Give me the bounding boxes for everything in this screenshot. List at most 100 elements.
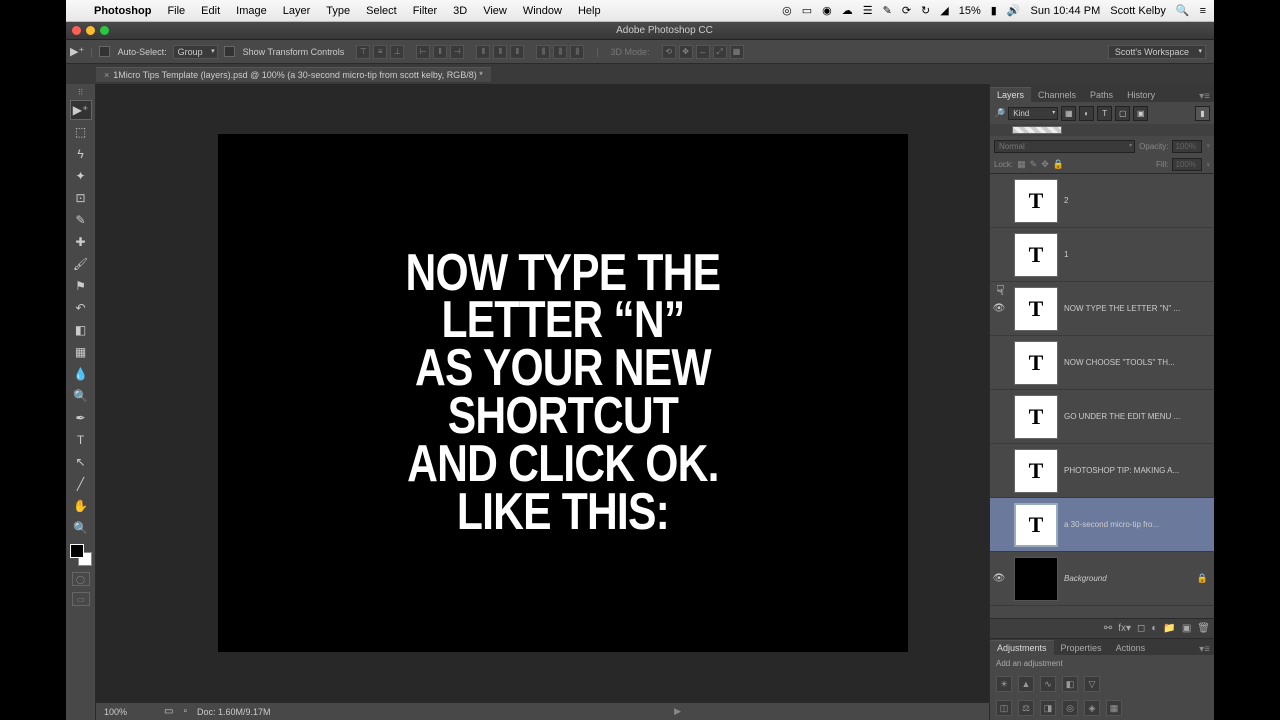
status-icon[interactable]: ▫ <box>183 706 187 717</box>
menu-view[interactable]: View <box>475 5 515 17</box>
close-tab-icon[interactable]: × <box>104 70 109 80</box>
panel-menu-icon[interactable]: ▾≡ <box>1195 91 1214 102</box>
layer-thumb-type[interactable]: T <box>1014 503 1058 547</box>
screen-mode-icon[interactable]: ▭ <box>72 592 90 606</box>
layer-thumb-type[interactable]: T <box>1014 395 1058 439</box>
distribute-icon[interactable]: ⫴ <box>493 45 507 59</box>
lasso-tool[interactable]: ϟ <box>70 144 92 164</box>
status-arrow-icon[interactable]: ▶ <box>674 706 681 717</box>
adj-levels-icon[interactable]: ▲ <box>1018 676 1034 692</box>
layer-mask-icon[interactable]: ◻ <box>1137 623 1145 634</box>
adj-photo-filter-icon[interactable]: ◎ <box>1062 700 1078 716</box>
layer-thumb-type[interactable]: T <box>1014 287 1058 331</box>
gradient-tool[interactable]: ▦ <box>70 342 92 362</box>
opacity-field[interactable]: 100% <box>1172 140 1202 153</box>
blur-tool[interactable]: 💧 <box>70 364 92 384</box>
layer-thumb-bg[interactable] <box>1014 557 1058 601</box>
wifi-icon[interactable]: ◢ <box>940 4 948 17</box>
volume-icon[interactable]: 🔊 <box>1007 4 1021 17</box>
layer-name[interactable]: GO UNDER THE EDIT MENU ... <box>1064 412 1210 421</box>
menulet-icon[interactable]: ↻ <box>921 4 930 17</box>
panel-grip-icon[interactable]: ⠿ <box>78 88 84 98</box>
layer-row[interactable]: T1 <box>990 228 1214 282</box>
menu-edit[interactable]: Edit <box>193 5 228 17</box>
type-tool[interactable]: T <box>70 430 92 450</box>
layer-name[interactable]: 2 <box>1064 196 1210 205</box>
lock-position-icon[interactable]: ✥ <box>1041 159 1049 170</box>
lock-all-icon[interactable]: 🔒 <box>1053 159 1064 170</box>
distribute-icon[interactable]: ⫼ <box>553 45 567 59</box>
menu-help[interactable]: Help <box>570 5 609 17</box>
tab-adjustments[interactable]: Adjustments <box>990 640 1054 655</box>
layer-filter-select[interactable]: Kind <box>1008 107 1058 120</box>
doc-info[interactable]: Doc: 1.60M/9.17M <box>197 707 271 717</box>
adj-vibrance-icon[interactable]: ▽ <box>1084 676 1100 692</box>
auto-select-checkbox[interactable] <box>99 46 110 57</box>
adj-colorbalance-icon[interactable]: ⚖ <box>1018 700 1034 716</box>
history-brush-tool[interactable]: ↶ <box>70 298 92 318</box>
layer-visibility-toggle[interactable]: 👁 <box>990 303 1008 314</box>
layer-name[interactable]: NOW CHOOSE "TOOLS" TH... <box>1064 358 1210 367</box>
layer-thumb-type[interactable]: T <box>1014 179 1058 223</box>
layer-thumb-type[interactable]: T <box>1014 449 1058 493</box>
layer-row[interactable]: T2 <box>990 174 1214 228</box>
quick-mask-icon[interactable]: ◯ <box>72 572 90 586</box>
zoom-tool[interactable]: 🔍 <box>70 518 92 538</box>
3d-mode-icon[interactable]: ⤢ <box>713 45 727 59</box>
layer-thumb-type[interactable]: T <box>1014 233 1058 277</box>
user-name[interactable]: Scott Kelby <box>1110 5 1166 17</box>
adj-brightness-icon[interactable]: ☀ <box>996 676 1012 692</box>
move-tool[interactable]: ▶⁺ <box>70 100 92 120</box>
show-transform-checkbox[interactable] <box>224 46 235 57</box>
fill-field[interactable]: 100% <box>1172 158 1202 171</box>
layer-row[interactable]: 👁 T NOW TYPE THE LETTER "N" ... <box>990 282 1214 336</box>
3d-mode-icon[interactable]: ▦ <box>730 45 744 59</box>
tab-layers[interactable]: Layers <box>990 87 1031 102</box>
adj-exposure-icon[interactable]: ◧ <box>1062 676 1078 692</box>
adj-hue-icon[interactable]: ◫ <box>996 700 1012 716</box>
align-top-icon[interactable]: ⊤ <box>356 45 370 59</box>
align-bottom-icon[interactable]: ⊥ <box>390 45 404 59</box>
clock[interactable]: Sun 10:44 PM <box>1031 5 1101 17</box>
align-hcenter-icon[interactable]: ‖ <box>433 45 447 59</box>
hand-tool[interactable]: ✋ <box>70 496 92 516</box>
brush-tool[interactable]: 🖌 <box>70 254 92 274</box>
filter-pixel-icon[interactable]: ▦ <box>1061 106 1076 121</box>
menu-filter[interactable]: Filter <box>405 5 445 17</box>
layer-name[interactable]: a 30-second micro-tip fro... <box>1064 520 1210 529</box>
layer-name[interactable]: NOW TYPE THE LETTER "N" ... <box>1064 304 1210 313</box>
tab-actions[interactable]: Actions <box>1109 641 1153 655</box>
layer-visibility-toggle[interactable]: 👁 <box>990 573 1008 584</box>
distribute-icon[interactable]: ⫼ <box>570 45 584 59</box>
layer-thumb-type[interactable]: T <box>1014 341 1058 385</box>
app-menu[interactable]: Photoshop <box>86 5 159 17</box>
filter-shape-icon[interactable]: ▢ <box>1115 106 1130 121</box>
adj-channel-mixer-icon[interactable]: ◈ <box>1084 700 1100 716</box>
menu-type[interactable]: Type <box>318 5 358 17</box>
align-left-icon[interactable]: ⊢ <box>416 45 430 59</box>
foreground-swatch[interactable] <box>70 544 84 558</box>
tab-paths[interactable]: Paths <box>1083 88 1120 102</box>
3d-mode-icon[interactable]: ✥ <box>679 45 693 59</box>
menulet-icon[interactable]: ▭ <box>802 4 812 17</box>
eyedropper-tool[interactable]: ✎ <box>70 210 92 230</box>
tab-history[interactable]: History <box>1120 88 1162 102</box>
layer-name[interactable]: Background <box>1064 574 1197 583</box>
auto-select-type[interactable]: Group <box>173 45 218 59</box>
menulet-icon[interactable]: ✎ <box>883 4 892 17</box>
menulet-icon[interactable]: ☰ <box>863 4 873 17</box>
align-vcenter-icon[interactable]: ≡ <box>373 45 387 59</box>
panel-menu-icon[interactable]: ▾≡ <box>1195 644 1214 655</box>
menu-file[interactable]: File <box>159 5 193 17</box>
adjustment-layer-icon[interactable]: ◐ <box>1151 623 1157 634</box>
menulet-icon[interactable]: ◉ <box>822 4 832 17</box>
window-zoom[interactable] <box>100 26 109 35</box>
distribute-icon[interactable]: ⫴ <box>476 45 490 59</box>
battery-percent[interactable]: 15% <box>959 5 981 17</box>
filter-toggle-icon[interactable]: ▮ <box>1195 106 1210 121</box>
menulet-icon[interactable]: ⟳ <box>902 4 911 17</box>
adj-bw-icon[interactable]: ◨ <box>1040 700 1056 716</box>
dodge-tool[interactable]: 🔍 <box>70 386 92 406</box>
battery-icon[interactable]: ▮ <box>991 4 997 17</box>
crop-tool[interactable]: ⊡ <box>70 188 92 208</box>
